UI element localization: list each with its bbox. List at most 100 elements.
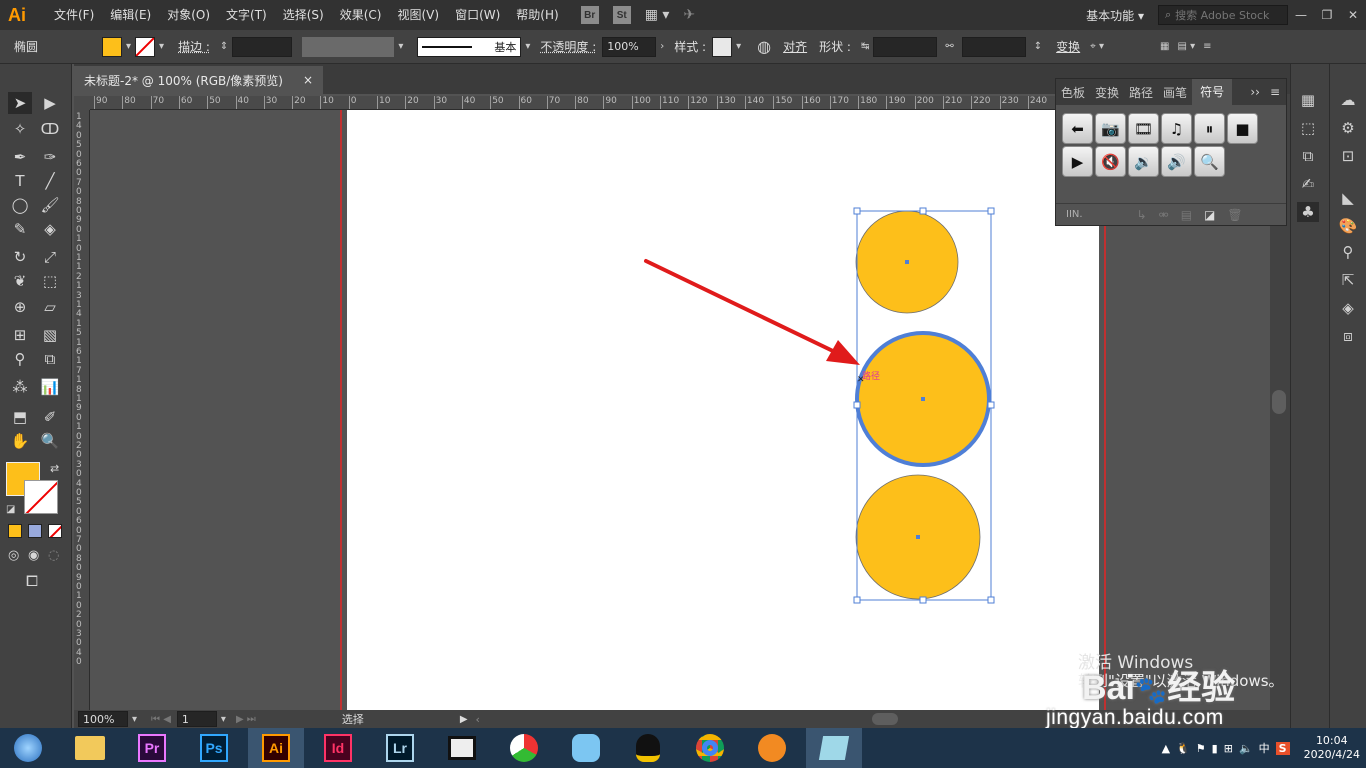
first-artboard-icon[interactable]: ⏮ ◀ <box>151 714 171 725</box>
chrome-icon <box>696 734 724 762</box>
symbol-volume-high-icon[interactable]: 🔊 <box>1161 146 1192 177</box>
export-panel-icon[interactable]: ⇱ <box>1337 270 1359 290</box>
center-point-bottom <box>916 535 920 539</box>
image-panel-icon[interactable]: ⊡ <box>1337 146 1359 166</box>
tray-volume-icon[interactable]: 🔈 <box>1239 742 1253 755</box>
gradient-panel-icon[interactable]: ◣ <box>1337 188 1359 208</box>
symbols-grid: ⬅ 📷 🎞 ♫ ⏸ ■ ▶ 🔇 🔉 🔊 🔍 <box>1062 113 1280 213</box>
tray-ime-icon[interactable]: 中 <box>1259 740 1270 756</box>
panel-expand-icon[interactable]: ›› <box>1250 85 1260 99</box>
tray-network-icon[interactable]: ⊞ <box>1224 742 1233 755</box>
bird-icon <box>572 734 600 762</box>
swatches-panel-icon[interactable]: ▦ <box>1297 90 1319 110</box>
artboards-panel-icon[interactable]: ⧈ <box>1337 326 1359 346</box>
break-link-icon[interactable]: ⚮ <box>1159 208 1169 222</box>
taskbar-chrome[interactable] <box>682 728 738 768</box>
tray-expand-icon[interactable]: ▲ <box>1162 742 1170 755</box>
handle-top-left[interactable] <box>853 207 861 215</box>
system-tray: ▲ 🐧 ⚑ ▮ ⊞ 🔈 中 S 10:04 2020/4/24 <box>1162 728 1360 768</box>
annotation-arrow <box>644 259 860 365</box>
delete-symbol-icon[interactable]: 🗑 <box>1227 208 1242 222</box>
taskbar-lightroom[interactable]: Lr <box>372 728 428 768</box>
zoom-dropdown[interactable]: ▾ <box>132 714 137 725</box>
symbol-volume-low-icon[interactable]: 🔉 <box>1128 146 1159 177</box>
zoom-field[interactable]: 100% <box>78 711 128 727</box>
last-artboard-icon[interactable]: ▶ ⏭ <box>236 714 256 725</box>
handle-bottom-left[interactable] <box>853 596 861 604</box>
tray-qq-icon[interactable]: 🐧 <box>1176 742 1190 755</box>
tray-flag-icon[interactable]: ⚑ <box>1196 742 1206 755</box>
symbol-magnifier-icon[interactable]: 🔍 <box>1194 146 1225 177</box>
film-icon <box>448 736 476 760</box>
clock-time: 10:04 <box>1315 734 1348 747</box>
color-panel-icon[interactable]: 🎨 <box>1337 216 1359 236</box>
status-menu-icon[interactable]: ▶ <box>460 714 468 725</box>
artboard-number-field[interactable]: 1 <box>176 711 217 727</box>
baidu-watermark: Bai🐾经验 <box>1082 660 1235 709</box>
taskbar-illustrator[interactable]: Ai <box>248 728 304 768</box>
symbols-panel-icon[interactable]: ♣ <box>1297 202 1319 222</box>
handle-middle-right[interactable] <box>987 401 995 409</box>
symbol-play-icon[interactable]: ▶ <box>1062 146 1093 177</box>
taskbar-premiere[interactable]: Pr <box>124 728 180 768</box>
handle-top-center[interactable] <box>919 207 927 215</box>
handle-middle-left[interactable] <box>853 401 861 409</box>
handle-bottom-right[interactable] <box>987 596 995 604</box>
tab-transform[interactable]: 变换 <box>1090 84 1124 101</box>
properties-panel-icon[interactable]: ⚙ <box>1337 118 1359 138</box>
status-mode: 选择 <box>341 713 364 726</box>
taskbar-notepad-app[interactable] <box>806 728 862 768</box>
photoshop-icon: Ps <box>200 734 228 762</box>
pathfinder-panel-icon[interactable]: ⧉ <box>1297 146 1319 166</box>
horizontal-scroll-thumb[interactable] <box>872 713 898 725</box>
clock-date: 2020/4/24 <box>1303 748 1360 761</box>
center-point-middle <box>921 397 925 401</box>
symbol-libraries-icon[interactable]: IIN. <box>1066 209 1083 220</box>
symbol-stop-icon[interactable]: ■ <box>1227 113 1258 144</box>
symbol-camera-icon[interactable]: 📷 <box>1095 113 1126 144</box>
artboard-dropdown[interactable]: ▾ <box>221 714 226 725</box>
tab-swatches[interactable]: 色板 <box>1056 84 1090 101</box>
panel-menu-icon[interactable]: ≡ <box>1270 85 1280 99</box>
layers-panel-icon[interactable]: ◈ <box>1337 298 1359 318</box>
transform-panel-icon[interactable]: ⬚ <box>1297 118 1319 138</box>
handle-bottom-center[interactable] <box>919 596 927 604</box>
symbol-mute-icon[interactable]: 🔇 <box>1095 146 1126 177</box>
tab-pathfinder[interactable]: 路径 <box>1124 84 1158 101</box>
tab-brushes[interactable]: 画笔 <box>1158 84 1192 101</box>
lightroom-icon: Lr <box>386 734 414 762</box>
taskbar-explorer[interactable] <box>62 728 118 768</box>
taskbar-photoshop[interactable]: Ps <box>186 728 242 768</box>
start-button[interactable] <box>0 728 56 768</box>
symbol-pause-icon[interactable]: ⏸ <box>1194 113 1225 144</box>
symbol-options-icon[interactable]: ▤ <box>1181 208 1192 222</box>
brushes-panel-icon[interactable]: ✍ <box>1297 174 1319 194</box>
taskbar-qq[interactable] <box>620 728 676 768</box>
system-clock[interactable]: 10:04 2020/4/24 <box>1304 734 1360 762</box>
symbol-film-icon[interactable]: 🎞 <box>1128 113 1159 144</box>
windows-taskbar: Pr Ps Ai Id Lr ▲ 🐧 ⚑ ▮ ⊞ 🔈 中 S 10:04 202… <box>0 728 1366 768</box>
handle-top-right[interactable] <box>987 207 995 215</box>
tray-battery-icon[interactable]: ▮ <box>1212 742 1218 755</box>
taskbar-browser-app[interactable] <box>744 728 800 768</box>
taskbar-video-app[interactable] <box>434 728 490 768</box>
premiere-icon: Pr <box>138 734 166 762</box>
symbol-music-icon[interactable]: ♫ <box>1161 113 1192 144</box>
scroll-left-icon[interactable]: ‹ <box>476 713 480 726</box>
libraries-panel-icon[interactable]: ☁ <box>1337 90 1359 110</box>
taskbar-indesign[interactable]: Id <box>310 728 366 768</box>
start-icon <box>14 734 42 762</box>
tray-sogou-icon[interactable]: S <box>1275 741 1290 755</box>
illustrator-icon: Ai <box>262 734 290 762</box>
place-symbol-icon[interactable]: ↳ <box>1137 208 1147 222</box>
vertical-scroll-thumb[interactable] <box>1272 390 1286 414</box>
taskbar-bird-app[interactable] <box>558 728 614 768</box>
taskbar-umbrella-app[interactable] <box>496 728 552 768</box>
symbol-arrow-left-icon[interactable]: ⬅ <box>1062 113 1093 144</box>
color-guide-icon[interactable]: ⚲ <box>1337 242 1359 262</box>
qq-penguin-icon <box>636 734 660 762</box>
panel-tabs: 色板 变换 路径 画笔 符号 ›› ≡ <box>1056 79 1286 105</box>
orange-app-icon <box>758 734 786 762</box>
tab-symbols[interactable]: 符号 <box>1192 79 1233 105</box>
new-symbol-icon[interactable]: ◪ <box>1204 208 1215 222</box>
